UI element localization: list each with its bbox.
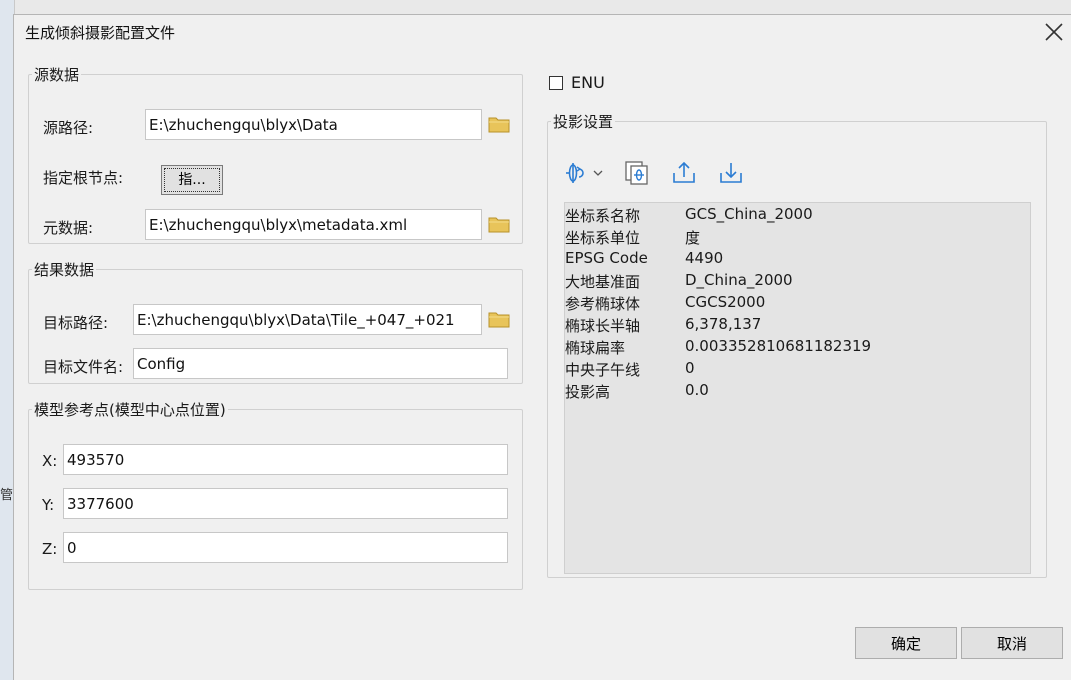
property-key: 坐标系名称 <box>565 207 641 225</box>
folder-icon <box>488 217 510 233</box>
background-text-fragment: 管 <box>0 488 14 503</box>
import-projection-icon <box>625 161 648 185</box>
metadata-browse-button[interactable] <box>488 215 510 233</box>
result-data-group: 结果数据 目标路径: 目标文件名: <box>28 259 523 384</box>
projection-properties-panel: 坐标系名称 GCS_China_2000 坐标系单位 度 EPSG Code 4… <box>564 202 1031 574</box>
root-node-button-label: 指... <box>164 168 220 192</box>
z-label: Z: <box>42 540 58 558</box>
import-projection-button[interactable] <box>623 159 651 187</box>
x-label: X: <box>42 452 58 470</box>
property-key: 中央子午线 <box>565 361 641 379</box>
property-key: 大地基准面 <box>565 273 641 291</box>
enu-checkbox[interactable]: ENU <box>549 73 605 92</box>
root-node-label: 指定根节点: <box>43 169 124 187</box>
reference-point-legend: 模型参考点(模型中心点位置) <box>34 401 226 419</box>
property-key: EPSG Code <box>565 249 648 267</box>
property-value: 0 <box>685 359 695 377</box>
property-value: CGCS2000 <box>685 293 766 311</box>
source-path-label: 源路径: <box>43 119 94 137</box>
target-file-label: 目标文件名: <box>43 358 124 376</box>
source-data-legend: 源数据 <box>34 66 80 84</box>
y-input[interactable] <box>63 488 508 519</box>
export-button[interactable] <box>670 159 698 187</box>
property-value: 度 <box>685 229 701 247</box>
export-up-icon <box>673 161 695 183</box>
projection-settings-legend: 投影设置 <box>553 113 614 131</box>
property-value: 6,378,137 <box>685 315 762 333</box>
source-path-browse-button[interactable] <box>488 115 510 133</box>
property-key: 参考椭球体 <box>565 295 641 313</box>
close-icon <box>1045 23 1063 41</box>
import-button[interactable] <box>717 159 745 187</box>
property-value: GCS_China_2000 <box>685 205 813 223</box>
target-path-browse-button[interactable] <box>488 310 510 328</box>
target-file-input[interactable] <box>133 348 508 379</box>
import-down-icon <box>720 163 742 183</box>
z-input[interactable] <box>63 532 508 563</box>
root-node-button[interactable]: 指... <box>161 165 223 195</box>
chevron-down-icon <box>593 170 603 176</box>
property-value: D_China_2000 <box>685 271 793 289</box>
property-key: 椭球扁率 <box>565 339 626 357</box>
coordinate-system-button[interactable] <box>564 159 604 187</box>
result-data-legend: 结果数据 <box>34 261 95 279</box>
enu-label: ENU <box>571 73 605 92</box>
projection-toolbar <box>564 158 764 188</box>
target-path-label: 目标路径: <box>43 314 109 332</box>
source-path-input[interactable] <box>145 109 482 140</box>
ok-button[interactable]: 确定 <box>855 627 957 659</box>
property-value: 0.0 <box>685 381 709 399</box>
enu-checkbox-box[interactable] <box>549 75 563 90</box>
property-key: 投影高 <box>565 383 611 401</box>
y-label: Y: <box>42 496 55 514</box>
config-dialog: 生成倾斜摄影配置文件 源数据 源路径: 指定根节点: 指... 元数据: <box>13 14 1071 680</box>
close-button[interactable] <box>1043 21 1065 43</box>
cancel-button[interactable]: 取消 <box>961 627 1063 659</box>
metadata-input[interactable] <box>145 209 482 240</box>
folder-icon <box>488 312 510 328</box>
property-key: 椭球长半轴 <box>565 317 641 335</box>
source-data-group: 源数据 源路径: 指定根节点: 指... 元数据: <box>28 64 523 244</box>
projection-settings-group: 投影设置 坐标系名称 GCS_China_2000 坐标系单位 度 EPSG C… <box>547 111 1047 578</box>
metadata-label: 元数据: <box>43 219 94 237</box>
reference-point-group: 模型参考点(模型中心点位置) X: Y: Z: <box>28 399 523 590</box>
coordinate-system-icon <box>566 163 603 183</box>
target-path-input[interactable] <box>133 304 482 335</box>
x-input[interactable] <box>63 444 508 475</box>
property-value: 4490 <box>685 249 724 267</box>
dialog-title: 生成倾斜摄影配置文件 <box>25 24 176 42</box>
folder-icon <box>488 117 510 133</box>
property-value: 0.003352810681182319 <box>685 337 872 355</box>
property-key: 坐标系单位 <box>565 229 641 247</box>
